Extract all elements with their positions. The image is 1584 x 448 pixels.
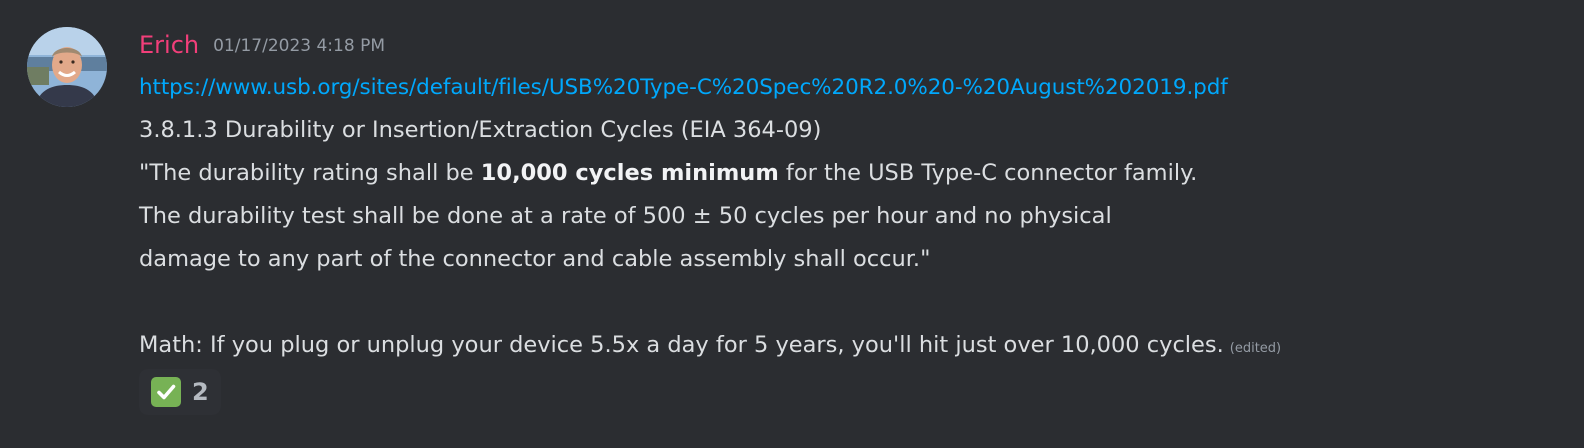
pdf-link[interactable]: https://www.usb.org/sites/default/files/… [139,75,1228,100]
link-line: https://www.usb.org/sites/default/files/… [139,66,1569,109]
chat-message: Erich 01/17/2023 4:18 PM https://www.usb… [0,0,1584,448]
math-line: Math: If you plug or unplug your device … [139,324,1569,367]
section-line: 3.8.1.3 Durability or Insertion/Extracti… [139,117,822,143]
quote-line-2: The durability test shall be done at a r… [139,203,1112,229]
quote-line-3: damage to any part of the connector and … [139,246,931,272]
quote-text-end: for the USB Type-C connector family. [778,160,1198,186]
reaction-count: 2 [192,378,209,406]
timestamp[interactable]: 01/17/2023 4:18 PM [213,36,385,56]
math-text: Math: If you plug or unplug your device … [139,332,1224,358]
username[interactable]: Erich [139,31,199,59]
bold-text: 10,000 cycles minimum [480,160,779,186]
white-check-mark-icon [151,377,181,407]
message-header: Erich 01/17/2023 4:18 PM [139,24,1569,66]
quote-text-start: "The durability rating shall be [139,160,481,186]
reaction-check[interactable]: 2 [139,369,221,415]
reactions-bar: 2 [139,369,1569,415]
message-content: Erich 01/17/2023 4:18 PM https://www.usb… [139,24,1569,415]
avatar[interactable] [27,27,107,107]
quote-line-1: "The durability rating shall be 10,000 c… [139,152,1569,195]
message-body: https://www.usb.org/sites/default/files/… [139,66,1569,367]
edited-label[interactable]: (edited) [1230,341,1281,356]
avatar-image [27,27,107,107]
